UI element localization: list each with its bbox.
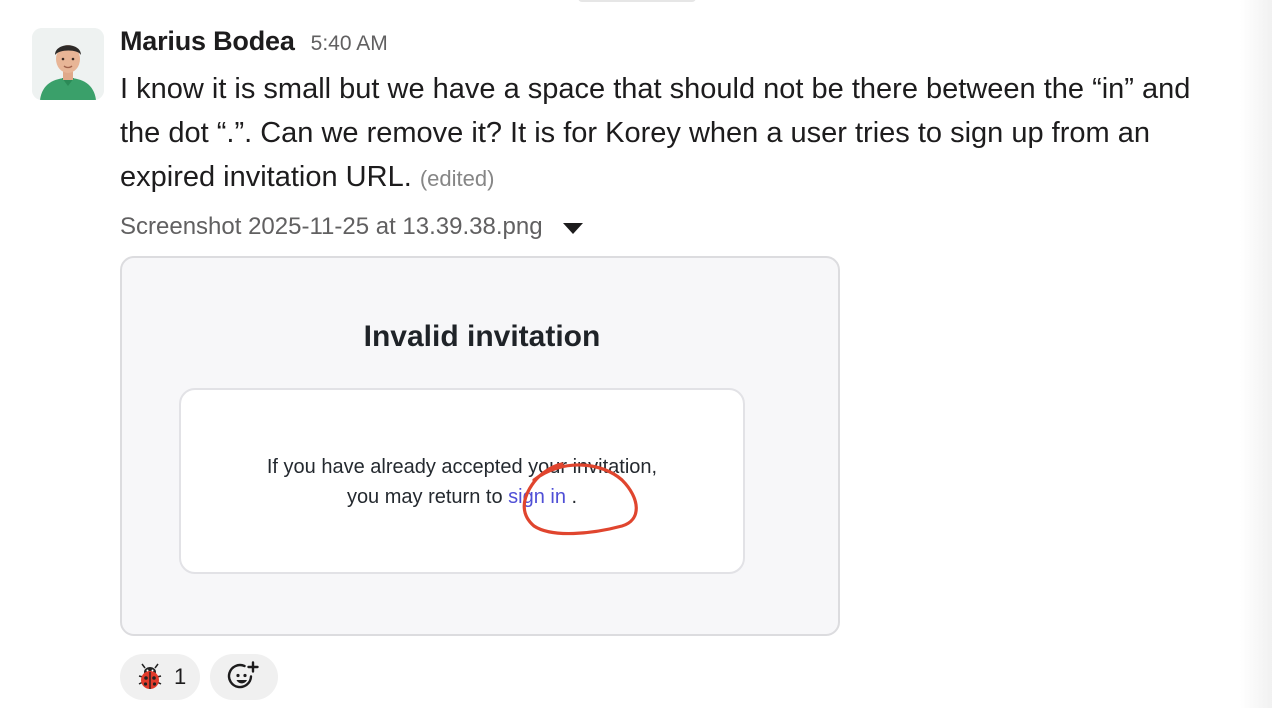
add-emoji-icon — [228, 661, 259, 689]
preview-line-2: you may return to sign in . — [181, 486, 743, 509]
scrollbar-track[interactable] — [1240, 0, 1272, 708]
preview-line-1: If you have already accepted your invita… — [266, 456, 658, 478]
preview-line-2-suffix: . — [565, 486, 578, 508]
attachment-filename[interactable]: Screenshot 2025-11-25 at 13.39.38.png — [120, 213, 543, 241]
avatar[interactable] — [32, 28, 104, 100]
reaction-count: 1 — [174, 664, 187, 689]
reaction-ladybug[interactable]: 1 — [120, 654, 201, 700]
caret-down-icon[interactable] — [562, 222, 583, 234]
attachment-header: Screenshot 2025-11-25 at 13.39.38.png — [120, 210, 583, 244]
preview-card: If you have already accepted your invita… — [179, 388, 745, 574]
author-name[interactable]: Marius Bodea — [120, 26, 295, 57]
add-reaction-button[interactable] — [210, 654, 279, 700]
preview-line-2-prefix: you may return to — [346, 486, 509, 508]
message-text: I know it is small but we have a space t… — [120, 73, 1191, 193]
message-header: Marius Bodea 5:40 AM — [120, 26, 388, 62]
preview-sign-in-link: sign in — [508, 486, 566, 508]
person-avatar-icon — [32, 28, 104, 100]
preview-title: Invalid invitation — [363, 320, 601, 353]
message-body: I know it is small but we have a space t… — [120, 67, 1230, 201]
edited-label: (edited) — [419, 166, 495, 191]
message-timestamp[interactable]: 5:40 AM — [311, 32, 388, 56]
ladybug-icon — [138, 663, 162, 689]
reactions-bar: 1 — [120, 654, 279, 700]
attachment-preview[interactable]: Invalid invitation If you have already a… — [120, 256, 840, 636]
message: Marius Bodea 5:40 AM I know it is small … — [0, 0, 1240, 708]
